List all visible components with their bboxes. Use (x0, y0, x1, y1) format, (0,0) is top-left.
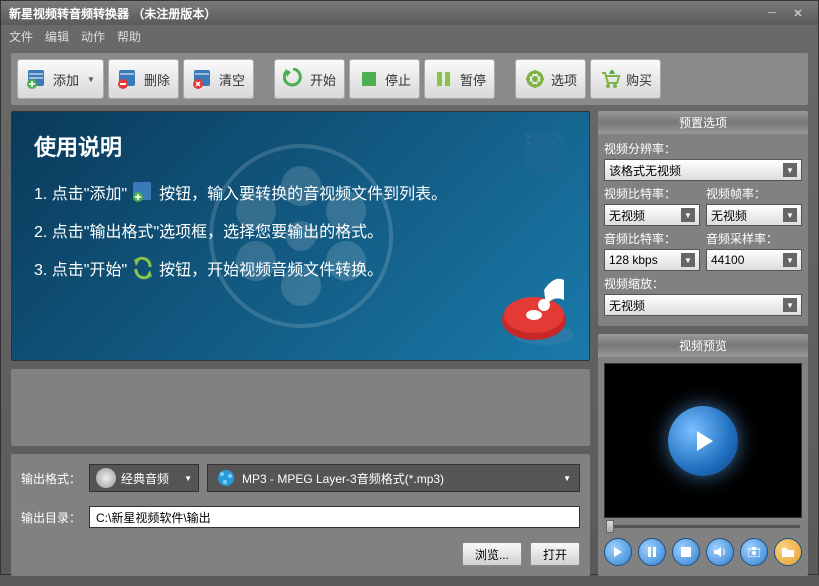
app-title: 新星视频转音频转换器 （未注册版本） (9, 5, 216, 22)
menu-help[interactable]: 帮助 (117, 28, 141, 45)
add-label: 添加 (53, 70, 79, 89)
minimize-button[interactable]: ─ (760, 5, 784, 21)
folder-button[interactable] (774, 538, 802, 566)
asample-select[interactable]: 44100▼ (706, 249, 802, 271)
pause-button[interactable]: 暂停 (424, 59, 495, 99)
output-dir-input[interactable]: C:\新星视频软件\输出 (89, 506, 580, 528)
format-select[interactable]: MP3 - MPEG Layer-3音频格式(*.mp3) ▼ (207, 464, 580, 492)
remove-button[interactable]: 删除 (108, 59, 179, 99)
browse-button[interactable]: 浏览... (462, 542, 522, 566)
chevron-down-icon: ▼ (184, 474, 192, 483)
volume-button[interactable] (706, 538, 734, 566)
video-preview[interactable] (604, 363, 802, 518)
add-file-icon (26, 68, 48, 90)
menubar: 文件 编辑 动作 帮助 (1, 25, 818, 47)
video-res-label: 视频分辨率： (604, 140, 802, 157)
reel-decoration (201, 136, 401, 336)
chevron-down-icon: ▼ (783, 298, 797, 312)
snapshot-button[interactable] (740, 538, 768, 566)
close-button[interactable]: ✕ (786, 5, 810, 21)
stop-icon (358, 68, 380, 90)
remove-file-icon (117, 68, 139, 90)
buy-button[interactable]: 购买 (590, 59, 661, 99)
dropdown-icon: ▼ (87, 75, 95, 84)
vscale-label: 视频缩放： (604, 275, 802, 292)
stop-label: 停止 (385, 70, 411, 89)
stop-button-small[interactable] (672, 538, 700, 566)
stop-button[interactable]: 停止 (349, 59, 420, 99)
toolbar: 添加 ▼ 删除 清空 开始 停止 暂停 选项 (11, 53, 808, 105)
menu-action[interactable]: 动作 (81, 28, 105, 45)
options-button[interactable]: 选项 (515, 59, 586, 99)
start-button[interactable]: 开始 (274, 59, 345, 99)
vfps-label: 视频帧率： (706, 185, 802, 202)
output-settings: 输出格式： 经典音频 ▼ MP3 - MPEG Layer-3音频格式(*.mp… (11, 454, 590, 576)
remove-label: 删除 (144, 70, 170, 89)
pause-label: 暂停 (460, 70, 486, 89)
playback-controls (604, 534, 802, 570)
titlebar: 新星视频转音频转换器 （未注册版本） ─ ✕ (1, 1, 818, 25)
pause-icon (433, 68, 455, 90)
gear-icon (524, 68, 546, 90)
add-button[interactable]: 添加 ▼ (17, 59, 104, 99)
output-dir-label: 输出目录： (21, 509, 81, 526)
start-label: 开始 (310, 70, 336, 89)
output-format-label: 输出格式： (21, 470, 81, 487)
pause-button-small[interactable] (638, 538, 666, 566)
open-button[interactable]: 打开 (530, 542, 580, 566)
file-list-area[interactable] (11, 369, 590, 446)
play-big-icon (668, 406, 738, 476)
video-res-select[interactable]: 该格式无视频▼ (604, 159, 802, 181)
music-disc-icon (489, 270, 579, 350)
preview-title: 视频预览 (598, 334, 808, 357)
disc-icon (96, 468, 116, 488)
format-icon (216, 468, 236, 488)
clear-label: 清空 (219, 70, 245, 89)
instruction-banner: 使用说明 1. 点击"添加" 按钮，输入要转换的音视频文件到列表。 2. 点击"… (11, 111, 590, 361)
buy-label: 购买 (626, 70, 652, 89)
chevron-down-icon: ▼ (681, 208, 695, 222)
cart-icon (599, 68, 621, 90)
format-category-select[interactable]: 经典音频 ▼ (89, 464, 199, 492)
preset-title: 预置选项 (598, 111, 808, 134)
menu-edit[interactable]: 编辑 (45, 28, 69, 45)
filmstrip-icon (519, 127, 569, 177)
progress-slider[interactable] (604, 518, 802, 534)
asample-label: 音频采样率： (706, 230, 802, 247)
preset-panel: 预置选项 视频分辨率： 该格式无视频▼ 视频比特率： 无视频▼ 视频帧率： 无视… (598, 111, 808, 326)
chevron-down-icon: ▼ (681, 253, 695, 267)
vbitrate-select[interactable]: 无视频▼ (604, 204, 700, 226)
add-inline-icon (131, 180, 155, 204)
start-icon (283, 68, 305, 90)
clear-button[interactable]: 清空 (183, 59, 254, 99)
play-button[interactable] (604, 538, 632, 566)
menu-file[interactable]: 文件 (9, 28, 33, 45)
preview-panel: 视频预览 (598, 334, 808, 576)
vfps-select[interactable]: 无视频▼ (706, 204, 802, 226)
chevron-down-icon: ▼ (783, 163, 797, 177)
chevron-down-icon: ▼ (563, 474, 571, 483)
options-label: 选项 (551, 70, 577, 89)
slider-thumb[interactable] (606, 520, 614, 533)
abitrate-label: 音频比特率： (604, 230, 700, 247)
chevron-down-icon: ▼ (783, 253, 797, 267)
chevron-down-icon: ▼ (783, 208, 797, 222)
vscale-select[interactable]: 无视频▼ (604, 294, 802, 316)
abitrate-select[interactable]: 128 kbps▼ (604, 249, 700, 271)
refresh-inline-icon (131, 256, 155, 280)
vbitrate-label: 视频比特率： (604, 185, 700, 202)
clear-icon (192, 68, 214, 90)
